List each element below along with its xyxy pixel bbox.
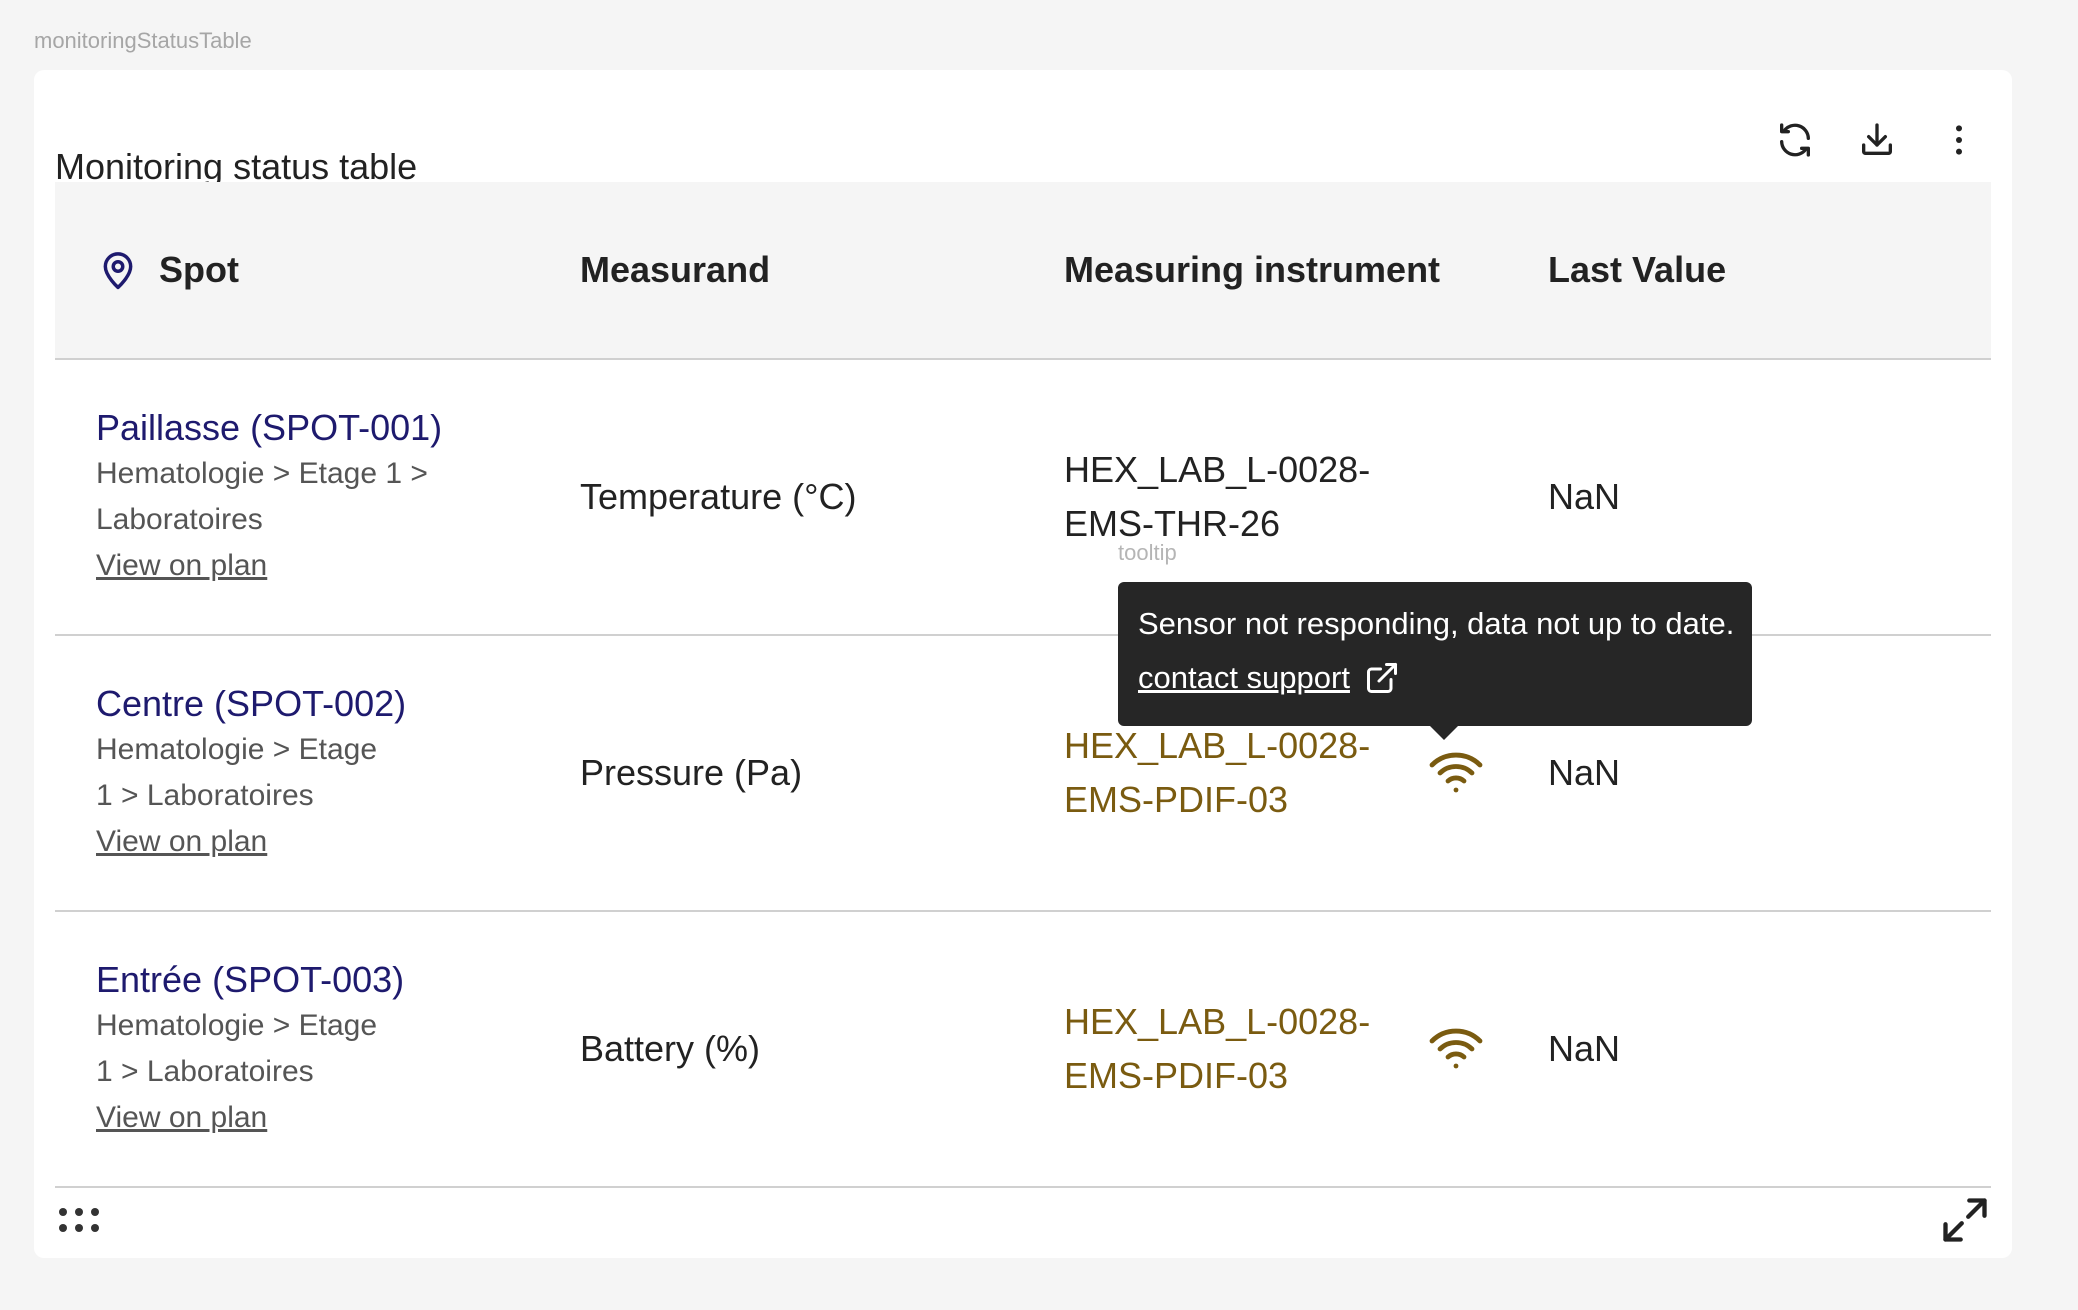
header-actions — [1763, 108, 1991, 172]
refresh-button[interactable] — [1763, 108, 1827, 172]
tooltip-arrow — [1430, 726, 1458, 740]
spot-cell: Entrée (SPOT-003) Hematologie > Etage 1 … — [96, 912, 516, 1186]
more-options-button[interactable] — [1927, 108, 1991, 172]
column-header-last-value[interactable]: Last Value — [1548, 182, 1726, 358]
refresh-icon — [1780, 123, 1810, 157]
more-vertical-icon — [1956, 125, 1962, 155]
table-row: Entrée (SPOT-003) Hematologie > Etage 1 … — [55, 912, 1991, 1188]
column-header-spot[interactable]: Spot — [99, 182, 239, 358]
instrument-name: HEX_LAB_L-0028-EMS-PDIF-03 — [1064, 1001, 1371, 1096]
spot-cell: Centre (SPOT-002) Hematologie > Etage 1 … — [96, 636, 516, 910]
view-on-plan-link[interactable]: View on plan — [96, 543, 267, 589]
column-header-instrument[interactable]: Measuring instrument — [1064, 182, 1440, 358]
measurand-cell: Temperature (°C) — [580, 476, 857, 517]
download-button[interactable] — [1845, 108, 1909, 172]
spot-name-link[interactable]: Paillasse (SPOT-001) — [96, 405, 442, 451]
wifi-warning-icon[interactable] — [1428, 748, 1484, 796]
spot-name-link[interactable]: Centre (SPOT-002) — [96, 681, 406, 727]
external-link-icon[interactable] — [1364, 660, 1400, 696]
measurand-cell: Pressure (Pa) — [580, 752, 803, 793]
spot-path: Hematologie > Etage 1 > Laboratoires — [96, 733, 378, 812]
last-value-cell: NaN — [1548, 1028, 1621, 1069]
expand-icon[interactable] — [1939, 1194, 1991, 1246]
tooltip-link-row: contact support — [1138, 660, 1730, 696]
instrument-cell: HEX_LAB_L-0028-EMS-PDIF-03 — [1064, 912, 1464, 1186]
view-on-plan-link[interactable]: View on plan — [96, 819, 267, 865]
download-icon — [1862, 123, 1892, 155]
measurand-cell: Battery (%) — [580, 1028, 761, 1069]
spot-path: Hematologie > Etage 1 > Laboratoires — [96, 457, 428, 536]
column-header-spot-label: Spot — [159, 249, 239, 290]
drag-handle-icon[interactable] — [55, 1200, 103, 1240]
instrument-name: HEX_LAB_L-0028-EMS-PDIF-03 — [1064, 725, 1371, 820]
view-on-plan-link[interactable]: View on plan — [96, 1095, 267, 1141]
table-header: Spot Measurand Measuring instrument Last… — [55, 182, 1991, 360]
spot-path: Hematologie > Etage 1 > Laboratoires — [96, 1009, 378, 1088]
tooltip-message: Sensor not responding, data not up to da… — [1138, 606, 1735, 641]
tooltip-label: tooltip — [1118, 540, 1177, 565]
spot-name-link[interactable]: Entrée (SPOT-003) — [96, 957, 404, 1003]
sensor-tooltip: Sensor not responding, data not up to da… — [1118, 582, 1752, 740]
column-header-measurand[interactable]: Measurand — [580, 182, 770, 358]
map-pin-icon — [103, 252, 133, 290]
card-header: Monitoring status table — [55, 108, 1991, 192]
contact-support-link[interactable]: contact support — [1138, 660, 1350, 696]
component-label: monitoringStatusTable — [34, 28, 252, 53]
spot-cell: Paillasse (SPOT-001) Hematologie > Etage… — [96, 360, 516, 634]
card-footer — [55, 1188, 1991, 1258]
wifi-warning-icon[interactable] — [1428, 1024, 1484, 1072]
instrument-name: HEX_LAB_L-0028-EMS-THR-26 — [1064, 449, 1371, 544]
